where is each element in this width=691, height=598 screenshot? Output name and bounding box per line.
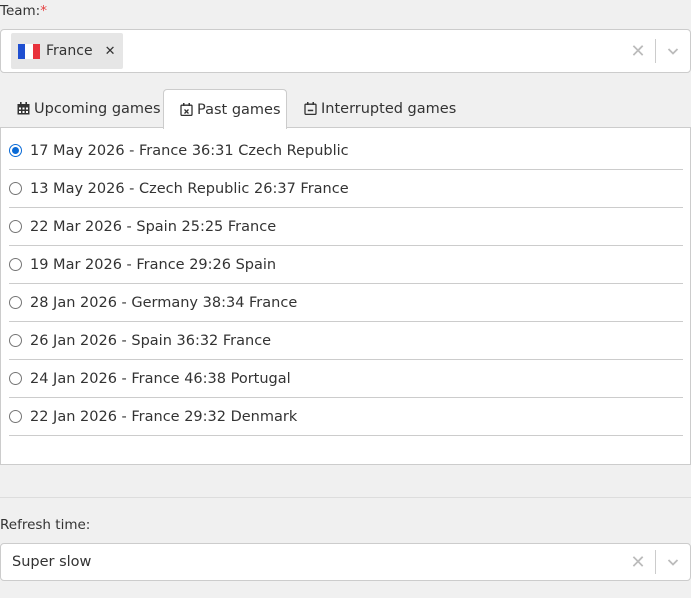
calendar-x-icon <box>180 103 193 116</box>
game-label: 19 Mar 2026 - France 29:26 Spain <box>30 256 277 273</box>
games-tabs: Upcoming games Past games Interrupted ga… <box>0 89 691 129</box>
past-games-panel: 17 May 2026 - France 36:31 Czech Republi… <box>0 127 691 465</box>
tab-upcoming-label: Upcoming games <box>34 100 161 117</box>
game-option[interactable]: 26 Jan 2026 - Spain 36:32 France <box>9 322 683 360</box>
calendar-minus-icon <box>304 102 317 115</box>
game-radio[interactable] <box>9 182 22 195</box>
calendar-icon <box>17 102 30 115</box>
games-list: 17 May 2026 - France 36:31 Czech Republi… <box>9 132 683 436</box>
tab-upcoming-games[interactable]: Upcoming games <box>17 89 161 128</box>
game-radio[interactable] <box>9 410 22 423</box>
tab-past-games[interactable]: Past games <box>163 89 287 129</box>
refresh-time-select[interactable]: Super slow ✕ <box>0 543 691 581</box>
team-label: Team:* <box>0 3 47 19</box>
game-label: 24 Jan 2026 - France 46:38 Portugal <box>30 370 291 387</box>
clear-refresh-icon[interactable]: ✕ <box>621 552 655 573</box>
game-label: 28 Jan 2026 - Germany 38:34 France <box>30 294 298 311</box>
remove-chip-icon[interactable]: ✕ <box>105 44 116 59</box>
game-radio[interactable] <box>9 296 22 309</box>
game-label: 13 May 2026 - Czech Republic 26:37 Franc… <box>30 180 349 197</box>
game-label: 22 Jan 2026 - France 29:32 Denmark <box>30 408 298 425</box>
refresh-time-value: Super slow <box>12 554 92 570</box>
game-option[interactable]: 22 Mar 2026 - Spain 25:25 France <box>9 208 683 246</box>
game-label: 26 Jan 2026 - Spain 36:32 France <box>30 332 272 349</box>
team-select[interactable]: France ✕ ✕ <box>0 29 691 73</box>
refresh-time-label: Refresh time: <box>0 517 91 533</box>
game-option[interactable]: 22 Jan 2026 - France 29:32 Denmark <box>9 398 683 436</box>
game-option[interactable]: 24 Jan 2026 - France 46:38 Portugal <box>9 360 683 398</box>
chevron-down-icon[interactable] <box>656 45 690 57</box>
tab-past-label: Past games <box>197 101 281 118</box>
game-label: 17 May 2026 - France 36:31 Czech Republi… <box>30 142 349 159</box>
game-radio[interactable] <box>9 258 22 271</box>
chevron-down-icon[interactable] <box>656 556 690 568</box>
game-radio[interactable] <box>9 334 22 347</box>
tab-interrupted-label: Interrupted games <box>321 100 457 117</box>
section-divider <box>0 497 691 498</box>
team-chip-label: France <box>46 43 93 59</box>
game-radio[interactable] <box>9 372 22 385</box>
game-label: 22 Mar 2026 - Spain 25:25 France <box>30 218 277 235</box>
team-label-text: Team: <box>0 3 41 19</box>
game-option[interactable]: 19 Mar 2026 - France 29:26 Spain <box>9 246 683 284</box>
team-chip: France ✕ <box>11 33 124 69</box>
france-flag-icon <box>18 43 40 59</box>
required-mark: * <box>40 3 47 19</box>
game-option[interactable]: 13 May 2026 - Czech Republic 26:37 Franc… <box>9 170 683 208</box>
game-option[interactable]: 28 Jan 2026 - Germany 38:34 France <box>9 284 683 322</box>
game-radio[interactable] <box>9 144 22 157</box>
tab-interrupted-games[interactable]: Interrupted games <box>304 89 456 128</box>
clear-team-icon[interactable]: ✕ <box>621 41 655 62</box>
game-radio[interactable] <box>9 220 22 233</box>
game-option[interactable]: 17 May 2026 - France 36:31 Czech Republi… <box>9 132 683 170</box>
